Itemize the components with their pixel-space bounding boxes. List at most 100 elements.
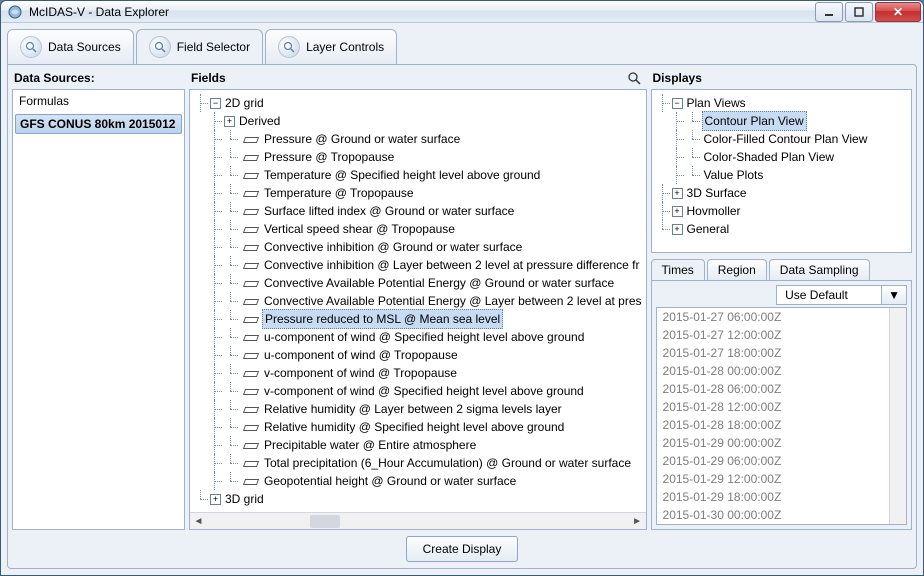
- fields-column: Fields −2D grid+DerivedPressure @ Ground…: [189, 69, 647, 530]
- time-item[interactable]: 2015-01-28 06:00:00Z: [657, 380, 906, 398]
- search-icon[interactable]: [627, 71, 645, 85]
- tab-data-sources[interactable]: Data Sources: [7, 29, 134, 65]
- field-item[interactable]: Temperature @ Specified height level abo…: [262, 166, 542, 184]
- field-item[interactable]: Vertical speed shear @ Tropopause: [262, 220, 457, 238]
- expand-icon[interactable]: +: [672, 188, 683, 199]
- time-item[interactable]: 2015-01-29 12:00:00Z: [657, 470, 906, 488]
- time-item[interactable]: 2015-01-29 06:00:00Z: [657, 452, 906, 470]
- tree-node-2d-grid[interactable]: 2D grid: [223, 94, 266, 112]
- field-icon: [244, 242, 258, 252]
- field-icon: [244, 386, 258, 396]
- field-item[interactable]: Relative humidity @ Specified height lev…: [262, 418, 566, 436]
- field-item[interactable]: Convective Available Potential Energy @ …: [262, 292, 644, 310]
- field-icon: [244, 188, 258, 198]
- field-item[interactable]: Convective inhibition @ Layer between 2 …: [262, 256, 642, 274]
- create-display-button[interactable]: Create Display: [406, 536, 519, 562]
- display-group-3d-surface[interactable]: 3D Surface: [685, 184, 749, 202]
- field-item[interactable]: v-component of wind @ Specified height l…: [262, 382, 586, 400]
- display-group-general[interactable]: General: [685, 220, 732, 238]
- tab-region[interactable]: Region: [707, 259, 767, 280]
- data-source-item[interactable]: Formulas: [13, 90, 184, 112]
- displays-tree[interactable]: −Plan ViewsContour Plan ViewColor-Filled…: [651, 89, 912, 253]
- display-group-hovmoller[interactable]: Hovmoller: [685, 202, 743, 220]
- time-item[interactable]: 2015-01-27 06:00:00Z: [657, 308, 906, 326]
- displays-title: Displays: [651, 69, 912, 89]
- display-item[interactable]: Value Plots: [702, 166, 766, 184]
- expand-icon[interactable]: +: [224, 116, 235, 127]
- field-icon: [244, 422, 258, 432]
- main-tabs: Data Sources Field Selector Layer Contro…: [7, 29, 917, 65]
- display-group-plan-views[interactable]: Plan Views: [685, 94, 748, 112]
- scroll-thumb[interactable]: [310, 515, 340, 528]
- field-icon: [244, 206, 258, 216]
- time-item[interactable]: 2015-01-29 18:00:00Z: [657, 488, 906, 506]
- field-item[interactable]: Pressure @ Tropopause: [262, 148, 396, 166]
- horizontal-scrollbar[interactable]: ◄ ►: [190, 512, 646, 529]
- field-item[interactable]: Pressure @ Ground or water surface: [262, 130, 462, 148]
- magnifier-icon: [20, 36, 42, 58]
- field-item[interactable]: Convective inhibition @ Ground or water …: [262, 238, 524, 256]
- field-icon: [244, 332, 258, 342]
- collapse-icon[interactable]: −: [672, 98, 683, 109]
- field-icon: [244, 350, 258, 360]
- field-item[interactable]: Total precipitation (6_Hour Accumulation…: [262, 454, 633, 472]
- field-item[interactable]: u-component of wind @ Specified height l…: [262, 328, 586, 346]
- field-item[interactable]: Relative humidity @ Layer between 2 sigm…: [262, 400, 564, 418]
- time-item[interactable]: 2015-01-29 00:00:00Z: [657, 434, 906, 452]
- data-sources-list[interactable]: FormulasGFS CONUS 80km 2015012: [12, 89, 185, 530]
- time-item[interactable]: 2015-01-27 18:00:00Z: [657, 344, 906, 362]
- close-button[interactable]: ✕: [875, 2, 921, 22]
- field-item[interactable]: Pressure reduced to MSL @ Mean sea level: [262, 309, 503, 329]
- chevron-down-icon[interactable]: ▼: [881, 286, 906, 304]
- display-item[interactable]: Contour Plan View: [702, 111, 807, 131]
- display-item[interactable]: Color-Shaded Plan View: [702, 148, 837, 166]
- field-item[interactable]: u-component of wind @ Tropopause: [262, 346, 460, 364]
- time-item[interactable]: 2015-01-30 00:00:00Z: [657, 506, 906, 524]
- time-item[interactable]: 2015-01-28 18:00:00Z: [657, 416, 906, 434]
- display-item[interactable]: Color-Filled Contour Plan View: [702, 130, 870, 148]
- dropdown-value: Use Default: [777, 286, 881, 304]
- field-item[interactable]: Surface lifted index @ Ground or water s…: [262, 202, 516, 220]
- scroll-right-icon[interactable]: ►: [629, 513, 646, 530]
- field-item[interactable]: Precipitable water @ Entire atmosphere: [262, 436, 478, 454]
- tab-label: Field Selector: [177, 40, 250, 54]
- expand-icon[interactable]: +: [672, 206, 683, 217]
- field-item[interactable]: Convective Available Potential Energy @ …: [262, 274, 616, 292]
- field-icon: [244, 224, 258, 234]
- footer: Create Display: [12, 530, 912, 564]
- time-item[interactable]: 2015-01-27 12:00:00Z: [657, 326, 906, 344]
- times-list[interactable]: 2015-01-27 06:00:00Z2015-01-27 12:00:00Z…: [656, 307, 907, 525]
- minimize-button[interactable]: [815, 2, 843, 22]
- field-icon: [244, 404, 258, 414]
- fields-header: Fields: [189, 69, 647, 89]
- scroll-left-icon[interactable]: ◄: [190, 513, 207, 530]
- maximize-button[interactable]: [845, 2, 873, 22]
- field-icon: [244, 278, 258, 288]
- expand-icon[interactable]: +: [210, 494, 221, 505]
- tab-label: Data Sources: [48, 40, 121, 54]
- tab-times[interactable]: Times: [651, 259, 705, 280]
- data-source-item[interactable]: GFS CONUS 80km 2015012: [15, 114, 182, 134]
- collapse-icon[interactable]: −: [210, 98, 221, 109]
- field-item[interactable]: Temperature @ Tropopause: [262, 184, 416, 202]
- field-item[interactable]: Geopotential height @ Ground or water su…: [262, 472, 518, 490]
- field-icon: [244, 368, 258, 378]
- field-icon: [244, 170, 258, 180]
- time-item[interactable]: 2015-01-28 12:00:00Z: [657, 398, 906, 416]
- tab-layer-controls[interactable]: Layer Controls: [265, 29, 397, 65]
- titlebar[interactable]: McIDAS-V - Data Explorer ✕: [1, 1, 923, 22]
- fields-tree[interactable]: −2D grid+DerivedPressure @ Ground or wat…: [189, 89, 647, 530]
- vertical-scrollbar[interactable]: [889, 308, 906, 524]
- times-dropdown[interactable]: Use Default ▼: [776, 285, 907, 305]
- tree-node-3d-grid[interactable]: 3D grid: [223, 490, 266, 508]
- app-icon: [7, 4, 23, 20]
- expand-icon[interactable]: +: [672, 224, 683, 235]
- time-item[interactable]: 2015-01-28 00:00:00Z: [657, 362, 906, 380]
- times-panel: Use Default ▼ 2015-01-27 06:00:00Z2015-0…: [651, 280, 912, 530]
- field-icon: [244, 134, 258, 144]
- tab-field-selector[interactable]: Field Selector: [136, 29, 263, 65]
- window-title: McIDAS-V - Data Explorer: [29, 5, 813, 19]
- field-item[interactable]: v-component of wind @ Tropopause: [262, 364, 459, 382]
- tab-data-sampling[interactable]: Data Sampling: [769, 259, 870, 280]
- tree-node-derived[interactable]: Derived: [237, 112, 282, 130]
